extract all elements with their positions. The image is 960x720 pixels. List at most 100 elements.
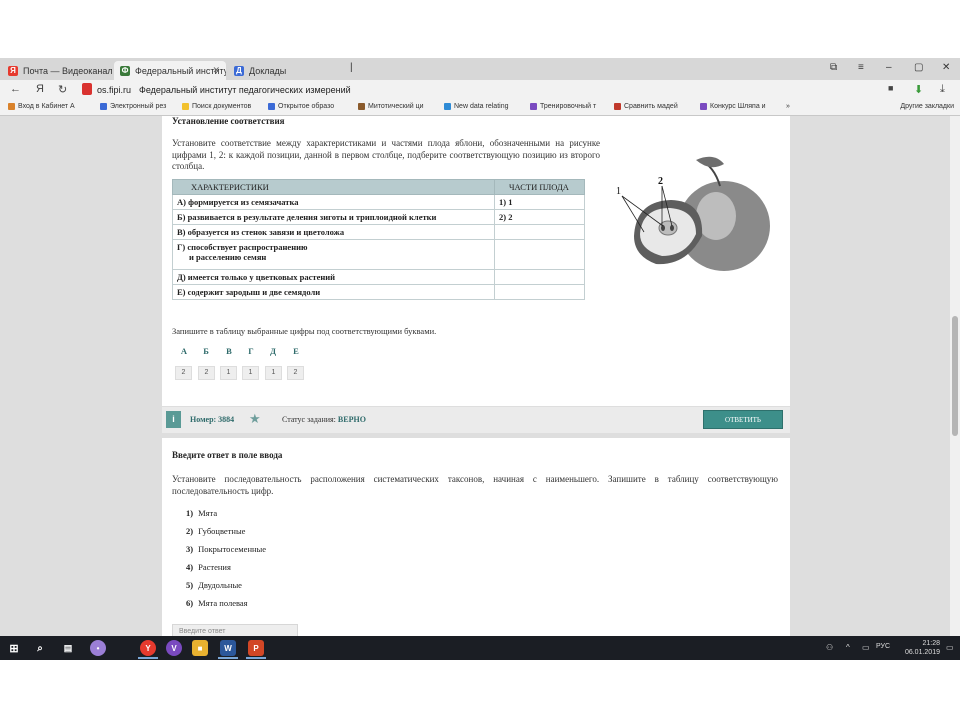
- task-footer: i Номер: 3884 ★ Статус задания: ВЕРНО ОТ…: [162, 407, 790, 433]
- answer-cell[interactable]: 1: [242, 366, 259, 380]
- table-row: Е) содержит зародыш и две семядоли: [172, 284, 585, 300]
- url-text[interactable]: os.fipi.ru: [97, 85, 131, 95]
- bookmark-icon: [358, 103, 365, 110]
- download-icon[interactable]: ⬇: [914, 83, 923, 96]
- tab-doklady[interactable]: Д Доклады: [228, 61, 338, 80]
- refresh-icon[interactable]: ↻: [58, 83, 67, 96]
- back-icon[interactable]: ←: [10, 83, 21, 95]
- network-icon[interactable]: ▭: [862, 643, 870, 652]
- fipi-icon: Ф: [120, 65, 130, 76]
- list-item: 5) Двудольные: [186, 580, 242, 590]
- letter-label: Г: [248, 346, 254, 356]
- letter-label: Д: [270, 346, 276, 356]
- site-icon[interactable]: [82, 83, 92, 95]
- scrollbar[interactable]: [950, 116, 960, 636]
- table-row: Б) развивается в результате деления зиго…: [172, 209, 585, 225]
- yandex-home-icon[interactable]: Я: [36, 83, 44, 95]
- bookmark-icon: [182, 103, 189, 110]
- answer-cell[interactable]: 2: [198, 366, 215, 380]
- answer-cell[interactable]: 1: [265, 366, 282, 380]
- bookmark-item[interactable]: Поиск документов: [182, 103, 251, 110]
- info-icon[interactable]: i: [166, 411, 181, 428]
- doc-icon: Д: [234, 65, 244, 76]
- bookmark-icon: [614, 103, 621, 110]
- list-item: 3) Покрытосеменные: [186, 544, 267, 554]
- part-cell: [494, 239, 585, 270]
- pin-icon[interactable]: ⧉: [830, 62, 837, 73]
- answer-cell[interactable]: 2: [175, 366, 192, 380]
- answer-cell[interactable]: 2: [287, 366, 304, 380]
- tray-expand-icon[interactable]: ^: [846, 643, 850, 652]
- instruction-text: Запишите в таблицу выбранные цифры под с…: [172, 326, 437, 336]
- task-number: Номер: 3884: [190, 415, 235, 424]
- downloads-icon[interactable]: ⤓: [940, 83, 945, 96]
- characteristic-cell: А) формируется из семязачатка: [172, 194, 495, 210]
- part-cell: 1) 1: [494, 194, 585, 210]
- tab-fipi[interactable]: Ф Федеральный институт ✕: [114, 61, 226, 80]
- clock-time: 21:28: [922, 640, 940, 647]
- letter-label: А: [180, 346, 188, 356]
- bookmark-icon: [530, 103, 537, 110]
- characteristic-cell: В) образуется из стенок завязи и цветоло…: [172, 224, 495, 240]
- task-card-sequence: Введите ответ в поле ввода Установите по…: [162, 438, 790, 640]
- task-status: Статус задания: ВЕРНО: [282, 415, 366, 424]
- page-title: Федеральный институт педагогических изме…: [139, 85, 351, 95]
- bookmark-icon: [700, 103, 707, 110]
- status-value: ВЕРНО: [337, 415, 366, 424]
- search-icon[interactable]: ⌕: [32, 640, 48, 656]
- screen: Я Почта — Видеоканалы Ф Федеральный инст…: [0, 58, 960, 660]
- new-tab-icon[interactable]: |: [350, 62, 353, 73]
- close-window-icon[interactable]: ✕: [942, 62, 950, 73]
- bookmark-item[interactable]: Тренировочный т: [530, 103, 596, 110]
- viber-icon[interactable]: V: [166, 640, 182, 656]
- list-item: 4) Растения: [186, 562, 231, 572]
- star-icon[interactable]: ★: [249, 411, 261, 427]
- table-row: В) образуется из стенок завязи и цветоло…: [172, 224, 585, 240]
- bookmark-item[interactable]: Митотический ци: [358, 103, 424, 110]
- notifications-icon[interactable]: ▭: [946, 643, 954, 652]
- minimize-icon[interactable]: –: [886, 62, 892, 73]
- people-icon[interactable]: ⚇: [826, 643, 833, 652]
- task-card-matching: Установление соответствия Установите соо…: [162, 116, 790, 406]
- menu-icon[interactable]: ≡: [858, 62, 864, 73]
- task-title: Введите ответ в поле ввода: [172, 450, 283, 460]
- taskbar: ⊞ ⌕ ▤ • Y V ■ W P ⚇ ^ ▭ РУС 21:28 06.01.…: [0, 636, 960, 660]
- bookmark-item[interactable]: Открытое образо: [268, 103, 334, 110]
- more-bookmarks-icon[interactable]: »: [786, 103, 790, 110]
- language-indicator[interactable]: РУС: [876, 643, 890, 650]
- active-indicator: [246, 657, 266, 659]
- maximize-icon[interactable]: ▢: [914, 62, 923, 73]
- task-view-icon[interactable]: ▤: [60, 640, 76, 656]
- tab-bar: Я Почта — Видеоканалы Ф Федеральный инст…: [0, 58, 960, 80]
- bookmark-icon: [100, 103, 107, 110]
- active-indicator: [138, 657, 158, 659]
- matching-table: ХАРАКТЕРИСТИКИ ЧАСТИ ПЛОДА А) формируетс…: [172, 179, 585, 300]
- cortana-icon[interactable]: •: [90, 640, 106, 656]
- scroll-thumb[interactable]: [952, 316, 958, 436]
- powerpoint-icon[interactable]: P: [248, 640, 264, 656]
- word-icon[interactable]: W: [220, 640, 236, 656]
- yandex-browser-icon[interactable]: Y: [140, 640, 156, 656]
- table-row: Г) способствует распространению и расселе…: [172, 239, 585, 270]
- answer-cell[interactable]: 1: [220, 366, 237, 380]
- bookmark-item[interactable]: Электронный рез: [100, 103, 166, 110]
- task-title: Установление соответствия: [172, 116, 285, 126]
- task-text: Установите последовательность расположен…: [172, 474, 778, 496]
- part-cell: [494, 269, 585, 285]
- close-icon[interactable]: ✕: [212, 65, 220, 76]
- answer-button[interactable]: ОТВЕТИТЬ: [703, 410, 783, 429]
- clock[interactable]: 21:28 06.01.2019: [905, 639, 940, 657]
- bookmark-item[interactable]: New data relating: [444, 103, 508, 110]
- bookmark-item[interactable]: Конкурс Шляпа и: [700, 103, 766, 110]
- other-bookmarks[interactable]: Другие закладки: [900, 103, 954, 110]
- column-header-parts: ЧАСТИ ПЛОДА: [494, 179, 585, 195]
- bookmark-item[interactable]: Сравнить мадей: [614, 103, 678, 110]
- windows-start-icon[interactable]: ⊞: [6, 640, 22, 656]
- figure-label-1: 1: [616, 186, 621, 197]
- bookmark-icon[interactable]: ■: [888, 83, 893, 93]
- bookmark-item[interactable]: Вход в Кабинет А: [8, 103, 75, 110]
- tab-mail[interactable]: Я Почта — Видеоканалы: [2, 61, 112, 80]
- tab-label: Почта — Видеоканалы: [23, 65, 112, 76]
- explorer-icon[interactable]: ■: [192, 640, 208, 656]
- address-bar: ← Я ↻ os.fipi.ru Федеральный институт пе…: [0, 80, 960, 100]
